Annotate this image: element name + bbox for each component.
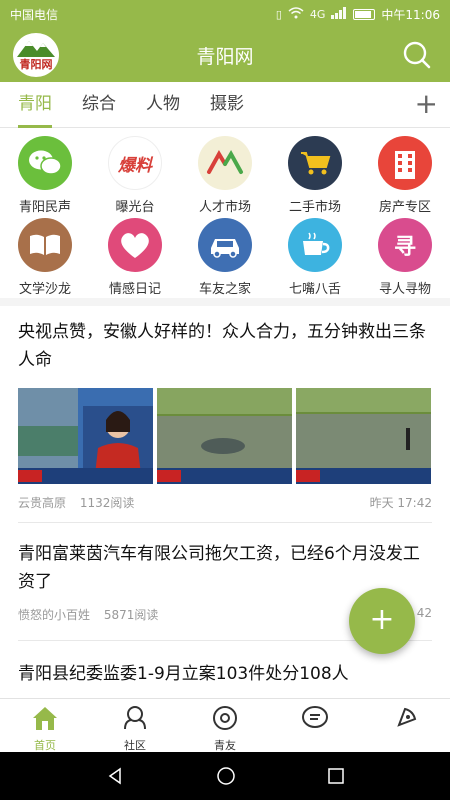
home-circle-icon[interactable] bbox=[216, 766, 236, 786]
category-label: 文学沙龙 bbox=[18, 282, 71, 297]
wechat-icon bbox=[18, 136, 72, 190]
category-literature[interactable]: 文学沙龙 bbox=[0, 218, 90, 297]
category-realestate[interactable]: 房产专区 bbox=[360, 136, 450, 215]
category-label: 青阳民声 bbox=[18, 200, 71, 215]
nav-friends[interactable]: 青友 bbox=[180, 699, 270, 752]
article-time: 42 bbox=[416, 606, 432, 620]
search-button[interactable] bbox=[402, 40, 432, 70]
nav-community[interactable]: 社区 bbox=[90, 699, 180, 752]
tab-qingyang[interactable]: 青阳 bbox=[18, 82, 52, 128]
category-voice[interactable]: 青阳民声 bbox=[0, 136, 90, 215]
rocket-icon bbox=[397, 707, 417, 727]
category-secondhand[interactable]: 二手市场 bbox=[270, 136, 360, 215]
category-grid: 青阳民声 爆料 曝光台 人才市场 二手市场 房产专区 文学沙龙 情感日记 车友之… bbox=[0, 128, 450, 298]
category-seek[interactable]: 寻 寻人寻物 bbox=[360, 218, 450, 297]
article-author: 愤怒的小百姓 bbox=[18, 608, 91, 622]
category-label: 二手市场 bbox=[288, 200, 341, 215]
category-label: 寻人寻物 bbox=[378, 282, 431, 297]
compose-button[interactable]: + bbox=[349, 588, 415, 654]
category-label: 曝光台 bbox=[115, 200, 155, 215]
network-type: 4G bbox=[309, 7, 326, 21]
search-icon bbox=[403, 41, 431, 69]
expose-glyph: 爆料 bbox=[118, 155, 152, 176]
page-title: 青阳网 bbox=[196, 45, 254, 68]
seek-glyph: 寻 bbox=[393, 235, 416, 260]
nav-discover[interactable] bbox=[360, 699, 450, 752]
article-title[interactable]: 青阳富莱茵汽车有限公司拖欠工资，已经6个月没发工资了 bbox=[18, 540, 432, 596]
community-icon bbox=[124, 706, 146, 730]
tab-general[interactable]: 综合 bbox=[82, 82, 116, 128]
article-meta: 云贵高原 1132阅读 昨天 17:42 bbox=[18, 494, 432, 511]
logo-text: 青阳网 bbox=[19, 58, 53, 71]
news-thumbnail[interactable] bbox=[157, 388, 292, 484]
article-card[interactable]: 青阳县纪委监委1-9月立案103件处分108人 bbox=[18, 660, 432, 688]
category-label: 房产专区 bbox=[378, 200, 431, 215]
section-divider bbox=[0, 298, 450, 306]
category-expose[interactable]: 爆料 曝光台 bbox=[90, 136, 180, 215]
category-talent[interactable]: 人才市场 bbox=[180, 136, 270, 215]
clock: 中午11:06 bbox=[381, 7, 440, 22]
back-icon[interactable] bbox=[105, 766, 125, 786]
heart-icon bbox=[108, 218, 162, 272]
news-thumbnail[interactable] bbox=[296, 388, 431, 484]
article-reads: 1132阅读 bbox=[79, 496, 135, 510]
news-thumbnail[interactable] bbox=[18, 388, 153, 484]
article-time: 昨天 17:42 bbox=[369, 496, 432, 510]
seek-icon: 寻 bbox=[378, 218, 432, 272]
building-icon bbox=[378, 136, 432, 190]
article-title[interactable]: 央视点赞，安徽人好样的！众人合力，五分钟救出三条人命 bbox=[18, 318, 432, 374]
book-icon bbox=[18, 218, 72, 272]
article-thumbnails bbox=[18, 388, 432, 484]
nav-label: 社区 bbox=[124, 739, 146, 752]
message-icon bbox=[302, 706, 328, 728]
add-tab-button[interactable]: + bbox=[415, 90, 438, 118]
vibrate-icon: ▯ bbox=[275, 7, 282, 21]
status-icons: ▯ 4G 中午11:06 bbox=[276, 6, 440, 23]
system-nav-bar bbox=[0, 752, 450, 800]
category-label: 七嘴八舌 bbox=[288, 282, 341, 297]
nav-home[interactable]: 首页 bbox=[0, 699, 90, 752]
expose-icon: 爆料 bbox=[108, 136, 162, 190]
tab-people[interactable]: 人物 bbox=[146, 82, 180, 128]
category-label: 人才市场 bbox=[198, 200, 251, 215]
carrier-label: 中国电信 bbox=[10, 7, 59, 22]
category-chat[interactable]: 七嘴八舌 bbox=[270, 218, 360, 297]
category-diary[interactable]: 情感日记 bbox=[90, 218, 180, 297]
car-icon bbox=[198, 218, 252, 272]
category-carclub[interactable]: 车友之家 bbox=[180, 218, 270, 297]
talent-icon bbox=[198, 136, 252, 190]
recents-icon[interactable] bbox=[327, 767, 345, 785]
article-separator bbox=[18, 522, 432, 523]
cart-icon bbox=[288, 136, 342, 190]
teacup-icon bbox=[288, 218, 342, 272]
bottom-nav: 首页 社区 青友 bbox=[0, 698, 450, 752]
wifi-icon bbox=[288, 6, 304, 22]
nav-label: 首页 bbox=[34, 739, 56, 752]
status-bar: 中国电信 ▯ 4G 中午11:06 bbox=[0, 0, 450, 28]
app-logo: 青阳网 bbox=[13, 33, 59, 77]
article-reads: 5871阅读 bbox=[103, 608, 159, 622]
article-author: 云贵高原 bbox=[18, 496, 67, 510]
article-title[interactable]: 青阳县纪委监委1-9月立案103件处分108人 bbox=[18, 660, 432, 688]
nav-label: 青友 bbox=[214, 739, 236, 752]
home-icon bbox=[33, 707, 57, 730]
tab-photography[interactable]: 摄影 bbox=[210, 82, 244, 128]
nav-messages[interactable] bbox=[270, 699, 360, 752]
battery-icon bbox=[353, 8, 376, 20]
category-tabs: 青阳 综合 人物 摄影 + bbox=[0, 82, 450, 128]
article-card[interactable]: 央视点赞，安徽人好样的！众人合力，五分钟救出三条人命 云贵高原 1132阅读 昨… bbox=[18, 318, 432, 511]
signal-icon bbox=[331, 6, 347, 22]
app-header: 青阳网 青阳网 bbox=[0, 28, 450, 82]
category-label: 车友之家 bbox=[198, 282, 251, 297]
category-label: 情感日记 bbox=[108, 282, 161, 297]
friends-icon bbox=[213, 706, 237, 730]
